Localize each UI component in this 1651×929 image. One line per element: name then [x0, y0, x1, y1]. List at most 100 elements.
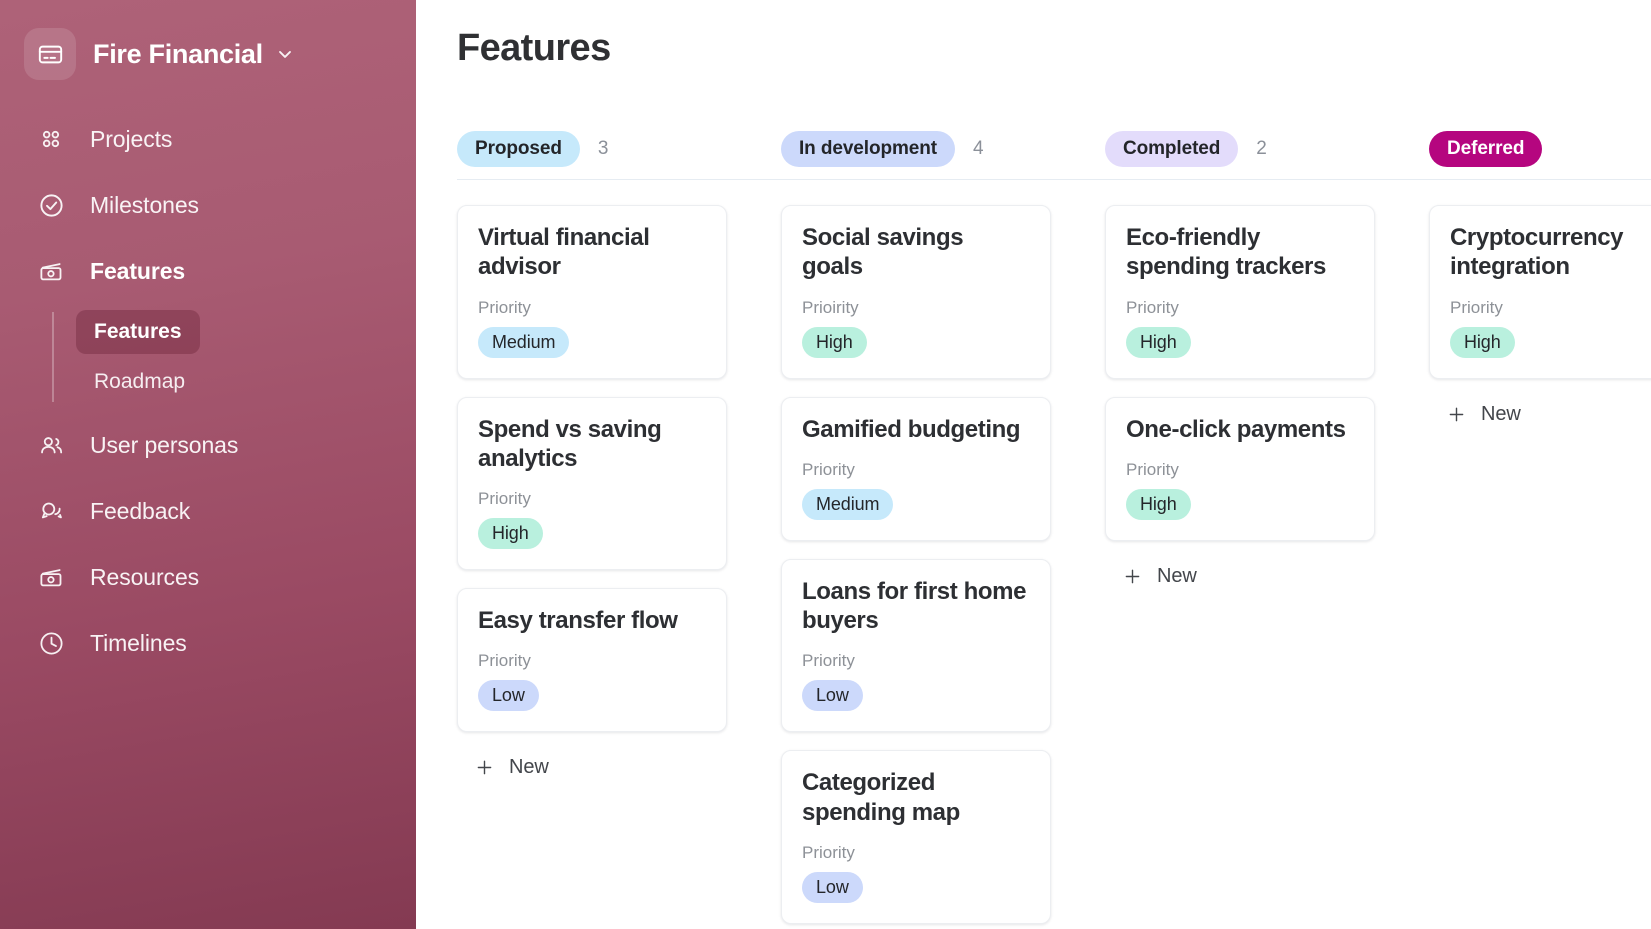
- card-title: Gamified budgeting: [802, 415, 1021, 443]
- priority-field-label: Priority: [802, 842, 855, 862]
- priority-badge[interactable]: High: [478, 518, 543, 550]
- board-column: Virtual financial advisor Priority Medium S…: [457, 205, 781, 929]
- sidebar-item-label: User personas: [90, 431, 239, 458]
- plus-icon: [1122, 566, 1143, 587]
- priority-field-label: Priority: [1126, 297, 1179, 317]
- board-column: Cryptocurrency integration Priority High Ne…: [1429, 205, 1651, 929]
- plus-icon: [474, 757, 495, 778]
- priority-badge[interactable]: High: [1126, 488, 1191, 520]
- priority-field-label: Priority: [478, 297, 531, 317]
- sidebar-subnav: Features Roadmap: [0, 310, 416, 404]
- card-title: Categorized spending map: [802, 769, 960, 826]
- sidebar-item-label: Feedback: [90, 497, 191, 524]
- column-count: 4: [972, 137, 984, 159]
- clock-icon: [36, 628, 66, 658]
- priority-badge[interactable]: Low: [478, 680, 539, 712]
- sidebar-item-feedback[interactable]: Feedback: [0, 478, 416, 544]
- add-new-card-label: New: [1157, 564, 1197, 587]
- sidebar-item-label: Timelines: [90, 629, 187, 656]
- sidebar-item-label: Resources: [90, 563, 200, 590]
- page-title: Features: [457, 27, 611, 69]
- priority-field-label: Priority: [802, 651, 855, 671]
- board-columns: Virtual financial advisor Priority Medium S…: [457, 180, 1651, 929]
- status-pill[interactable]: Deferred: [1429, 130, 1543, 167]
- check-circle-icon: [36, 190, 66, 220]
- board-column-headers: Proposed 3 In development 4 Completed 2 Deferr…: [457, 118, 1651, 180]
- column-header-proposed: Proposed 3: [457, 130, 781, 167]
- add-new-card-label: New: [1481, 402, 1521, 425]
- sidebar-item-projects[interactable]: Projects: [0, 106, 416, 172]
- feature-card[interactable]: Gamified budgeting Priority Medium: [781, 396, 1051, 541]
- priority-badge[interactable]: High: [1126, 326, 1191, 358]
- brand-name: Fire Financial: [93, 38, 263, 69]
- column-header-deferred: Deferred: [1429, 130, 1651, 167]
- card-title: Eco-friendly spending trackers: [1126, 224, 1326, 281]
- sidebar-item-timelines[interactable]: Timelines: [0, 610, 416, 676]
- status-pill[interactable]: In development: [781, 130, 955, 167]
- priority-badge[interactable]: Low: [802, 680, 863, 712]
- feature-card[interactable]: Virtual financial advisor Priority Medium: [457, 205, 727, 379]
- feature-card[interactable]: Social savings goals Prioirity High: [781, 205, 1051, 379]
- add-new-card-button[interactable]: New: [1429, 397, 1521, 426]
- card-title: Virtual financial advisor: [478, 224, 650, 281]
- main-content: Features Proposed 3 In development 4 Complet…: [416, 0, 1651, 929]
- priority-field-label: Priority: [478, 651, 531, 671]
- priority-field-label: Priority: [1450, 297, 1503, 317]
- board-column: Eco-friendly spending trackers Priority Hi…: [1105, 205, 1429, 929]
- users-icon: [36, 430, 66, 460]
- card-title: One-click payments: [1126, 415, 1346, 443]
- sidebar-nav: Projects Milestones Features Features Ro…: [0, 106, 416, 676]
- priority-badge[interactable]: Medium: [478, 326, 570, 358]
- sidebar-subitem-features[interactable]: Features: [76, 310, 200, 354]
- priority-field-label: Priority: [1126, 459, 1179, 479]
- feature-card[interactable]: Cryptocurrency integration Priority High: [1429, 205, 1651, 379]
- feature-card[interactable]: Loans for first home buyers Priority Low: [781, 558, 1051, 733]
- sidebar: Fire Financial Projects Milestones Featu…: [0, 0, 416, 929]
- card-title: Spend vs saving analytics: [478, 415, 662, 472]
- priority-field-label: Priority: [478, 489, 531, 509]
- kanban-board: Proposed 3 In development 4 Completed 2 Deferr…: [457, 118, 1651, 929]
- column-header-in-development: In development 4: [781, 130, 1105, 167]
- status-pill[interactable]: Completed: [1105, 130, 1239, 167]
- sidebar-subitem-label: Features: [94, 320, 182, 343]
- chat-bubbles-icon: [36, 496, 66, 526]
- sidebar-item-label: Features: [90, 257, 186, 284]
- plus-icon: [1446, 404, 1467, 425]
- priority-badge[interactable]: Medium: [802, 488, 894, 520]
- priority-badge[interactable]: Low: [802, 871, 863, 903]
- board-column: Social savings goals Prioirity High Gamifie…: [781, 205, 1105, 929]
- column-header-completed: Completed 2: [1105, 130, 1429, 167]
- sidebar-item-label: Projects: [90, 125, 173, 152]
- status-pill[interactable]: Proposed: [457, 130, 580, 167]
- credit-card-icon: [24, 28, 76, 80]
- card-title: Cryptocurrency integration: [1450, 224, 1624, 281]
- grid-dots-icon: [36, 124, 66, 154]
- feature-card[interactable]: Spend vs saving analytics Priority High: [457, 396, 727, 571]
- banknote-icon: [36, 562, 66, 592]
- add-new-card-button[interactable]: New: [457, 750, 549, 779]
- priority-field-label: Prioirity: [802, 297, 859, 317]
- app-root: Fire Financial Projects Milestones Featu…: [0, 0, 1651, 929]
- priority-badge[interactable]: High: [1450, 326, 1515, 358]
- add-new-card-button[interactable]: New: [1105, 559, 1197, 588]
- sidebar-subitem-roadmap[interactable]: Roadmap: [76, 360, 203, 404]
- add-new-card-label: New: [509, 756, 549, 779]
- priority-badge[interactable]: High: [802, 326, 867, 358]
- card-title: Loans for first home buyers: [802, 577, 1027, 635]
- feature-card[interactable]: One-click payments Priority High: [1105, 396, 1375, 541]
- feature-card[interactable]: Categorized spending map Priority Low: [781, 750, 1051, 924]
- brand-header[interactable]: Fire Financial: [0, 26, 416, 82]
- sidebar-item-user-personas[interactable]: User personas: [0, 412, 416, 478]
- sidebar-item-label: Milestones: [90, 191, 199, 218]
- column-count: 3: [597, 137, 609, 159]
- column-count: 2: [1256, 137, 1267, 159]
- sidebar-item-milestones[interactable]: Milestones: [0, 172, 416, 238]
- chevron-down-icon[interactable]: [275, 44, 295, 64]
- priority-field-label: Priority: [802, 459, 855, 479]
- feature-card[interactable]: Easy transfer flow Priority Low: [457, 588, 727, 733]
- feature-card[interactable]: Eco-friendly spending trackers Priority Hi…: [1105, 205, 1375, 379]
- sidebar-item-features[interactable]: Features: [0, 238, 416, 304]
- sidebar-subitem-label: Roadmap: [94, 370, 186, 393]
- card-title: Social savings goals: [802, 224, 964, 281]
- sidebar-item-resources[interactable]: Resources: [0, 544, 416, 610]
